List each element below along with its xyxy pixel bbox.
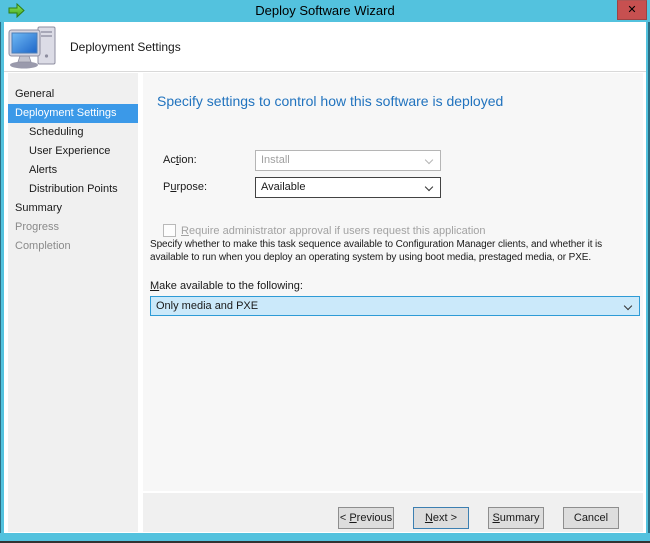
cancel-button[interactable]: Cancel	[563, 507, 619, 529]
sidebar-item-deployment-settings[interactable]: Deployment Settings	[8, 104, 138, 123]
computer-icon	[8, 26, 58, 69]
wizard-steps-sidebar: General Deployment Settings Scheduling U…	[8, 73, 138, 532]
sidebar-item-progress: Progress	[8, 218, 138, 237]
close-button[interactable]: ✕	[617, 0, 647, 20]
sidebar-item-alerts[interactable]: Alerts	[8, 161, 138, 180]
content-pane: Specify settings to control how this sof…	[143, 73, 643, 491]
purpose-dropdown[interactable]: Available	[255, 177, 441, 198]
make-available-label: Make available to the following:	[150, 280, 303, 292]
next-button[interactable]: Next >	[413, 507, 469, 529]
purpose-label: Purpose:	[163, 177, 207, 198]
purpose-dropdown-value: Available	[261, 181, 305, 193]
button-bar: < Previous Next > Summary Cancel	[143, 493, 643, 532]
make-available-dropdown-value: Only media and PXE	[156, 300, 258, 312]
deploy-software-wizard-window: Deploy Software Wizard ✕	[0, 0, 650, 543]
summary-button[interactable]: Summary	[488, 507, 544, 529]
header-title: Deployment Settings	[70, 22, 181, 72]
chevron-down-icon	[425, 156, 433, 164]
page-title: Specify settings to control how this sof…	[157, 93, 503, 109]
previous-button[interactable]: < Previous	[338, 507, 394, 529]
action-label: Action:	[163, 150, 197, 171]
window-title: Deploy Software Wizard	[0, 0, 650, 22]
window-frame-bottom	[0, 533, 650, 541]
window-frame-left	[0, 22, 4, 543]
sidebar-item-scheduling[interactable]: Scheduling	[8, 123, 138, 142]
action-dropdown-value: Install	[261, 154, 290, 166]
action-dropdown: Install	[255, 150, 441, 171]
sidebar-item-general[interactable]: General	[8, 85, 138, 104]
chevron-down-icon	[425, 183, 433, 191]
wizard-header: Deployment Settings	[4, 22, 646, 72]
window-frame-right	[646, 22, 650, 543]
chevron-down-icon	[624, 302, 632, 310]
require-approval-checkbox	[163, 224, 176, 237]
sidebar-item-user-experience[interactable]: User Experience	[8, 142, 138, 161]
sidebar-item-summary[interactable]: Summary	[8, 199, 138, 218]
description-text: Specify whether to make this task sequen…	[150, 239, 642, 264]
sidebar-item-completion: Completion	[8, 237, 138, 256]
make-available-dropdown[interactable]: Only media and PXE	[150, 296, 640, 316]
sidebar-item-distribution-points[interactable]: Distribution Points	[8, 180, 138, 199]
require-approval-label: Require administrator approval if users …	[181, 224, 486, 238]
close-icon: ✕	[627, 3, 636, 16]
title-bar: Deploy Software Wizard ✕	[0, 0, 650, 22]
